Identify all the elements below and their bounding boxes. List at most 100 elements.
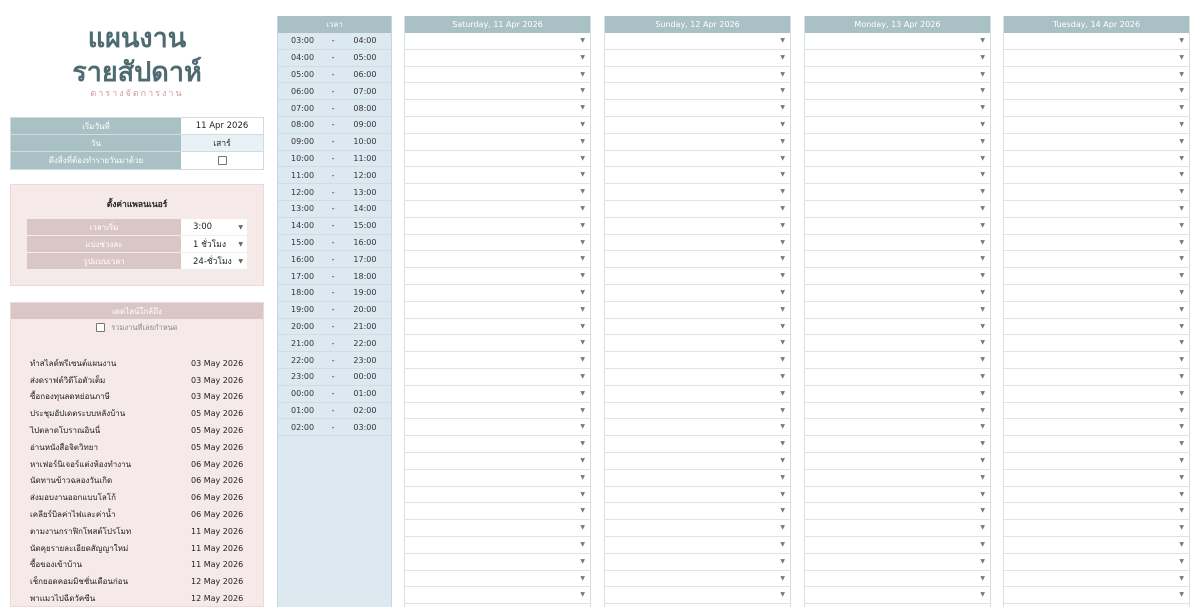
chevron-down-icon[interactable]: ▼	[580, 575, 585, 582]
chevron-down-icon[interactable]: ▼	[980, 407, 985, 414]
task-cell[interactable]: ▼	[1004, 571, 1189, 588]
task-cell[interactable]: ▼	[1004, 436, 1189, 453]
chevron-down-icon[interactable]: ▼	[1179, 306, 1184, 313]
task-cell[interactable]: ▼	[605, 470, 790, 487]
chevron-down-icon[interactable]: ▼	[1179, 491, 1184, 498]
chevron-down-icon[interactable]: ▼	[780, 558, 785, 565]
chevron-down-icon[interactable]: ▼	[980, 87, 985, 94]
chevron-down-icon[interactable]: ▼	[580, 87, 585, 94]
task-cell[interactable]: ▼	[405, 167, 590, 185]
task-cell[interactable]: ▼	[1004, 83, 1189, 101]
chevron-down-icon[interactable]: ▼	[780, 272, 785, 279]
chevron-down-icon[interactable]: ▼	[980, 541, 985, 548]
deadline-item[interactable]: อ่านหนังสือจิตวิทยา 05 May 2026	[11, 439, 263, 456]
task-cell[interactable]: ▼	[1004, 151, 1189, 168]
chevron-down-icon[interactable]: ▼	[580, 104, 585, 111]
chevron-down-icon[interactable]: ▼	[780, 255, 785, 262]
chevron-down-icon[interactable]: ▼	[1179, 474, 1184, 481]
task-cell[interactable]: ▼	[1004, 251, 1189, 269]
task-cell[interactable]: ▼	[605, 419, 790, 437]
task-cell[interactable]: ▼	[405, 83, 590, 101]
chevron-down-icon[interactable]: ▼	[1179, 423, 1184, 430]
chevron-down-icon[interactable]: ▼	[580, 71, 585, 78]
chevron-down-icon[interactable]: ▼	[1179, 121, 1184, 128]
deadline-item[interactable]: ส่งมอบงานออกแบบโลโก้ 06 May 2026	[11, 489, 263, 506]
chevron-down-icon[interactable]: ▼	[1179, 171, 1184, 178]
task-cell[interactable]: ▼	[405, 453, 590, 470]
chevron-down-icon[interactable]: ▼	[580, 323, 585, 330]
chevron-down-icon[interactable]: ▼	[980, 272, 985, 279]
deadline-item[interactable]: ซื้อของเข้าบ้าน 11 May 2026	[11, 557, 263, 574]
chevron-down-icon[interactable]: ▼	[1179, 339, 1184, 346]
chevron-down-icon[interactable]: ▼	[580, 541, 585, 548]
chevron-down-icon[interactable]: ▼	[980, 205, 985, 212]
deadline-item[interactable]: นัดทานข้าวฉลองวันเกิด 06 May 2026	[11, 473, 263, 490]
chevron-down-icon[interactable]: ▼	[980, 339, 985, 346]
chevron-down-icon[interactable]: ▼	[1179, 323, 1184, 330]
chevron-down-icon[interactable]: ▼	[580, 558, 585, 565]
task-cell[interactable]: ▼	[405, 487, 590, 504]
chevron-down-icon[interactable]: ▼	[1179, 155, 1184, 162]
chevron-down-icon[interactable]: ▼	[1179, 272, 1184, 279]
task-cell[interactable]: ▼	[605, 67, 790, 84]
chevron-down-icon[interactable]: ▼	[780, 155, 785, 162]
task-cell[interactable]: ▼	[605, 520, 790, 537]
chevron-down-icon[interactable]: ▼	[580, 423, 585, 430]
task-cell[interactable]: ▼	[605, 537, 790, 554]
chevron-down-icon[interactable]: ▼	[780, 222, 785, 229]
chevron-down-icon[interactable]: ▼	[780, 591, 785, 598]
task-cell[interactable]: ▼	[605, 503, 790, 521]
task-cell[interactable]: ▼	[805, 235, 990, 252]
task-cell[interactable]: ▼	[405, 302, 590, 319]
chevron-down-icon[interactable]: ▼	[580, 171, 585, 178]
task-cell[interactable]: ▼	[805, 100, 990, 117]
task-cell[interactable]: ▼	[805, 571, 990, 588]
chevron-down-icon[interactable]: ▼	[980, 558, 985, 565]
deadline-item[interactable]: ซื้อกองทุนลดหย่อนภาษี 03 May 2026	[11, 389, 263, 406]
task-cell[interactable]: ▼	[1004, 352, 1189, 369]
task-cell[interactable]: ▼	[605, 100, 790, 117]
chevron-down-icon[interactable]: ▼	[980, 155, 985, 162]
chevron-down-icon[interactable]: ▼	[1179, 507, 1184, 514]
task-cell[interactable]: ▼	[605, 453, 790, 470]
task-cell[interactable]: ▼	[805, 352, 990, 369]
task-cell[interactable]: ▼	[1004, 403, 1189, 420]
chevron-down-icon[interactable]: ▼	[980, 423, 985, 430]
chevron-down-icon[interactable]: ▼	[780, 407, 785, 414]
chevron-down-icon[interactable]: ▼	[1179, 87, 1184, 94]
task-cell[interactable]: ▼	[1004, 285, 1189, 302]
chevron-down-icon[interactable]: ▼	[1179, 591, 1184, 598]
task-cell[interactable]: ▼	[1004, 453, 1189, 470]
task-cell[interactable]: ▼	[805, 285, 990, 302]
chevron-down-icon[interactable]: ▼	[780, 440, 785, 447]
deadline-item[interactable]: เคลียร์บิลค่าไฟและค่าน้ำ 06 May 2026	[11, 506, 263, 523]
task-cell[interactable]: ▼	[605, 235, 790, 252]
chevron-down-icon[interactable]: ▼	[980, 524, 985, 531]
deadline-item[interactable]: ทำสไลด์พรีเซนต์แผนงาน 03 May 2026	[11, 355, 263, 372]
chevron-down-icon[interactable]: ▼	[980, 239, 985, 246]
chevron-down-icon[interactable]: ▼	[1179, 558, 1184, 565]
chevron-down-icon[interactable]: ▼	[580, 289, 585, 296]
chevron-down-icon[interactable]: ▼	[980, 104, 985, 111]
chevron-down-icon[interactable]: ▼	[1179, 138, 1184, 145]
start-date-field[interactable]: 11 Apr 2026	[181, 118, 263, 134]
chevron-down-icon[interactable]: ▼	[780, 524, 785, 531]
task-cell[interactable]: ▼	[805, 520, 990, 537]
chevron-down-icon[interactable]: ▼	[1179, 524, 1184, 531]
task-cell[interactable]: ▼	[605, 134, 790, 151]
task-cell[interactable]: ▼	[605, 50, 790, 67]
task-cell[interactable]: ▼	[805, 554, 990, 571]
task-cell[interactable]: ▼	[405, 285, 590, 302]
chevron-down-icon[interactable]: ▼	[580, 390, 585, 397]
chevron-down-icon[interactable]: ▼	[780, 507, 785, 514]
chevron-down-icon[interactable]: ▼	[580, 457, 585, 464]
deadline-item[interactable]: พาแมวไปฉีดวัคซีน 12 May 2026	[11, 590, 263, 607]
task-cell[interactable]: ▼	[405, 537, 590, 554]
deadline-item[interactable]: ไปตลาดโบราณอินนี่ 05 May 2026	[11, 422, 263, 439]
chevron-down-icon[interactable]: ▼	[580, 37, 585, 44]
task-cell[interactable]: ▼	[1004, 201, 1189, 218]
task-cell[interactable]: ▼	[805, 369, 990, 386]
task-cell[interactable]: ▼	[1004, 520, 1189, 537]
chevron-down-icon[interactable]: ▼	[980, 71, 985, 78]
deadline-item[interactable]: ประชุมอัปเดตระบบหลังบ้าน 05 May 2026	[11, 405, 263, 422]
